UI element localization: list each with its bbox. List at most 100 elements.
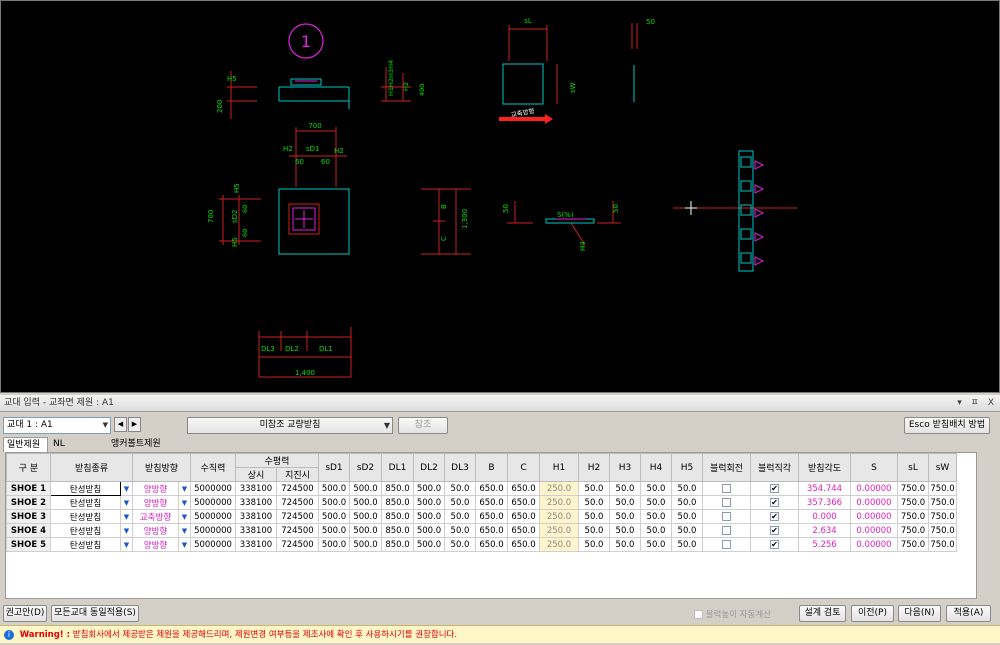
bearing-type-cell[interactable]: 탄성받침 — [50, 509, 121, 524]
dim-cell[interactable]: 650.0 — [507, 509, 540, 524]
dim-cell[interactable]: 50.0 — [640, 509, 672, 524]
sl-cell[interactable]: 750.0 — [897, 537, 929, 552]
sl-cell[interactable]: 750.0 — [897, 523, 929, 538]
chevron-down-icon[interactable]: ▼ — [178, 481, 191, 496]
abutment-select[interactable]: 교대 1 : A1 ▼ — [3, 417, 111, 434]
horiz-eq-cell[interactable]: 724500 — [276, 509, 319, 524]
dim-cell[interactable]: 250.0 — [539, 481, 579, 496]
sl-cell[interactable]: 750.0 — [897, 495, 929, 510]
dim-cell[interactable]: 50.0 — [578, 537, 610, 552]
block-right-checkbox[interactable]: ✔ — [770, 511, 779, 521]
prev-abutment-button[interactable]: ◀ — [114, 417, 127, 432]
dim-cell[interactable]: 50.0 — [671, 481, 703, 496]
dim-cell[interactable]: 650.0 — [507, 495, 540, 510]
sw-cell[interactable]: 750.0 — [928, 509, 957, 524]
dim-cell[interactable]: 50.0 — [444, 495, 476, 510]
apply-button[interactable]: 적용(A) — [946, 605, 991, 622]
sw-cell[interactable]: 750.0 — [928, 495, 957, 510]
dim-cell[interactable]: 50.0 — [671, 495, 703, 510]
vertical-force-cell[interactable]: 5000000 — [190, 495, 236, 510]
block-right-cell[interactable]: ✔ — [750, 495, 799, 510]
horiz-eq-cell[interactable]: 724500 — [276, 537, 319, 552]
horiz-eq-cell[interactable]: 724500 — [276, 495, 319, 510]
dim-cell[interactable]: 850.0 — [381, 537, 414, 552]
auto-calc-check[interactable] — [694, 610, 703, 619]
angle-cell[interactable]: 357.366 — [798, 495, 851, 510]
dim-cell[interactable]: 50.0 — [609, 481, 641, 496]
dim-cell[interactable]: 50.0 — [640, 523, 672, 538]
design-check-button[interactable]: 설계 검토 — [799, 605, 846, 622]
chevron-down-icon[interactable]: ▼ — [120, 509, 133, 524]
dim-cell[interactable]: 250.0 — [539, 523, 579, 538]
s-cell[interactable]: 0.00000 — [850, 523, 898, 538]
bearing-dir-cell[interactable]: 양방향 — [132, 495, 179, 510]
angle-cell[interactable]: 0.000 — [798, 509, 851, 524]
block-right-cell[interactable]: ✔ — [750, 481, 799, 496]
sl-cell[interactable]: 750.0 — [897, 509, 929, 524]
dim-cell[interactable]: 650.0 — [475, 523, 508, 538]
dim-cell[interactable]: 500.0 — [349, 509, 382, 524]
chevron-down-icon[interactable]: ▼ — [178, 509, 191, 524]
block-rot-cell[interactable] — [702, 523, 751, 538]
dim-cell[interactable]: 650.0 — [475, 481, 508, 496]
dim-cell[interactable]: 50.0 — [578, 523, 610, 538]
dim-cell[interactable]: 500.0 — [349, 537, 382, 552]
dim-cell[interactable]: 250.0 — [539, 537, 579, 552]
block-right-checkbox[interactable]: ✔ — [770, 525, 779, 535]
chevron-down-icon[interactable]: ▼ — [178, 523, 191, 538]
s-cell[interactable]: 0.00000 — [850, 481, 898, 496]
vertical-force-cell[interactable]: 5000000 — [190, 481, 236, 496]
dim-cell[interactable]: 500.0 — [349, 495, 382, 510]
vertical-force-cell[interactable]: 5000000 — [190, 523, 236, 538]
block-rot-checkbox[interactable] — [722, 497, 731, 507]
block-rot-checkbox[interactable] — [722, 483, 731, 493]
block-rot-checkbox[interactable] — [722, 539, 731, 549]
horiz-normal-cell[interactable]: 338100 — [235, 537, 277, 552]
bearing-dir-cell[interactable]: 양방향 — [132, 537, 179, 552]
block-right-checkbox[interactable]: ✔ — [770, 539, 779, 549]
bearing-dir-cell[interactable]: 양방향 — [132, 481, 179, 496]
block-right-cell[interactable]: ✔ — [750, 523, 799, 538]
table-row[interactable]: SHOE 5 탄성받침 ▼ 양방향 ▼ 5000000 338100 724500 500.0 5… — [6, 537, 957, 552]
dim-cell[interactable]: 50.0 — [444, 523, 476, 538]
horiz-eq-cell[interactable]: 724500 — [276, 523, 319, 538]
dim-cell[interactable]: 500.0 — [318, 523, 350, 538]
vertical-force-cell[interactable]: 5000000 — [190, 537, 236, 552]
reference-button[interactable]: 참조 — [398, 417, 448, 434]
sw-cell[interactable]: 750.0 — [928, 523, 957, 538]
dim-cell[interactable]: 850.0 — [381, 481, 414, 496]
dim-cell[interactable]: 500.0 — [349, 523, 382, 538]
dim-cell[interactable]: 50.0 — [640, 537, 672, 552]
bearing-type-cell[interactable]: 탄성받침 — [50, 523, 121, 538]
bearing-dir-cell[interactable]: 교축방향 — [132, 509, 179, 524]
dim-cell[interactable]: 650.0 — [475, 495, 508, 510]
bearing-type-cell[interactable]: 탄성받침 — [50, 537, 121, 552]
dim-cell[interactable]: 50.0 — [578, 481, 610, 496]
tab-anchor-bolt[interactable]: 앵커볼트제원 — [108, 437, 168, 452]
dim-cell[interactable]: 850.0 — [381, 509, 414, 524]
dim-cell[interactable]: 250.0 — [539, 495, 579, 510]
s-cell[interactable]: 0.00000 — [850, 509, 898, 524]
tab-nl-property[interactable]: NL Property — [50, 437, 106, 463]
block-rot-cell[interactable] — [702, 481, 751, 496]
dim-cell[interactable]: 650.0 — [507, 481, 540, 496]
chevron-down-icon[interactable]: ▼ — [120, 481, 133, 496]
dim-cell[interactable]: 50.0 — [444, 481, 476, 496]
dim-cell[interactable]: 850.0 — [381, 495, 414, 510]
dim-cell[interactable]: 50.0 — [609, 537, 641, 552]
dim-cell[interactable]: 50.0 — [609, 509, 641, 524]
apply-all-abutments-button[interactable]: 모든교대 동일적용(S) — [51, 605, 139, 622]
dim-cell[interactable]: 50.0 — [609, 523, 641, 538]
table-row[interactable]: SHOE 1 탄성받침 ▼ 양방향 ▼ 5000000 338100 724500 500.0 5… — [6, 481, 957, 496]
chevron-down-icon[interactable]: ▼ — [120, 495, 133, 510]
dim-cell[interactable]: 50.0 — [444, 537, 476, 552]
next-abutment-button[interactable]: ▶ — [128, 417, 141, 432]
prev-button[interactable]: 이전(P) — [851, 605, 894, 622]
table-row[interactable]: SHOE 2 탄성받침 ▼ 양방향 ▼ 5000000 338100 724500 500.0 5… — [6, 495, 957, 510]
table-row[interactable]: SHOE 4 탄성받침 ▼ 양방향 ▼ 5000000 338100 724500 500.0 5… — [6, 523, 957, 538]
block-right-cell[interactable]: ✔ — [750, 537, 799, 552]
bearing-type-cell[interactable]: 탄성받침 — [50, 495, 121, 510]
next-button[interactable]: 다음(N) — [898, 605, 941, 622]
dim-cell[interactable]: 500.0 — [318, 495, 350, 510]
dim-cell[interactable]: 850.0 — [381, 523, 414, 538]
